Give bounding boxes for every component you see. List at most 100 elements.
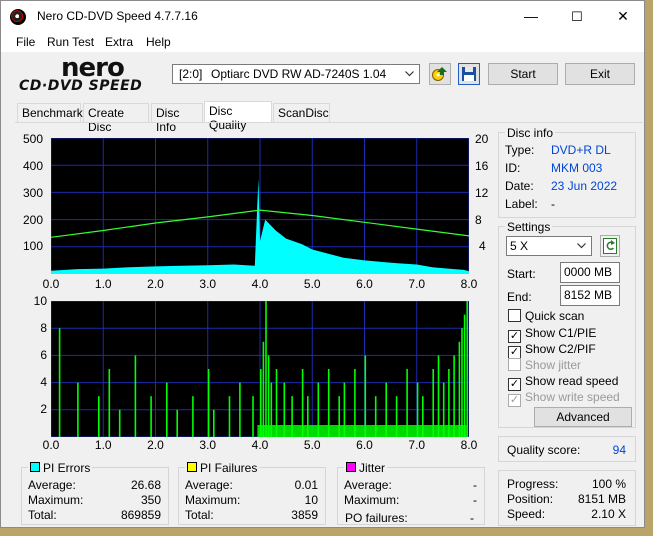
show-read-speed-checkbox[interactable]: ✓ Show read speed (508, 374, 618, 391)
chart1-ytick-right: 8 (475, 213, 482, 227)
drive-select[interactable]: [2:0] Optiarc DVD RW AD-7240S 1.04 (172, 64, 420, 84)
jitter-swatch (346, 462, 356, 472)
x-tick-label: 4.0 (251, 438, 269, 452)
chart1-ytick: 500 (22, 132, 43, 146)
jitter-average-label: Average: (344, 478, 392, 492)
pi-failures-swatch (187, 462, 197, 472)
drive-name: Optiarc DVD RW AD-7240S 1.04 (211, 67, 387, 81)
speed-value: 2.10 X (591, 507, 626, 521)
pi-failure-bar (463, 314, 466, 437)
pi-failure-bar (466, 301, 468, 437)
menu-help[interactable]: Help (146, 35, 171, 49)
x-tick-label: 3.0 (199, 438, 217, 452)
disc-type: DVD+R DL (551, 143, 611, 157)
pi-failure-bar (239, 382, 241, 437)
cd-dvd-speed-logo: CD·DVD SPEED (19, 78, 143, 94)
close-button[interactable]: ✕ (600, 1, 644, 32)
chart2-ytick: 10 (33, 294, 47, 308)
tab-benchmark[interactable]: Benchmark (17, 103, 83, 122)
pi-failure-bar (262, 341, 265, 437)
tab-disc-quality[interactable]: Disc Quality (204, 101, 272, 132)
pi-failure-band (257, 425, 467, 437)
progress-group: Progress: 100 % Position: 8151 MB Speed:… (498, 470, 636, 526)
x-tick-label: 5.0 (303, 438, 321, 452)
start-input[interactable]: 0000 MB (560, 262, 620, 283)
disc-id-label: ID: (505, 161, 521, 175)
pi-errors-group: PI Errors Average: 26.68 Maximum: 350 To… (21, 461, 169, 525)
minimize-button[interactable]: — (508, 1, 554, 32)
disc-label-label: Label: (505, 197, 538, 211)
pi-failures-title: PI Failures (200, 461, 258, 475)
show-c1pie-checkbox[interactable]: ✓ Show C1/PIE (508, 326, 596, 343)
eject-icon (432, 67, 447, 81)
disc-quality-panel: 500 400 300 200 100 20 16 12 8 4 10 8 6 … (15, 122, 496, 527)
pi-failure-bar (118, 409, 121, 437)
x-tick-label: 0.0 (42, 277, 60, 291)
title-bar: Nero CD-DVD Speed 4.7.7.16 — ☐ ✕ (1, 1, 644, 32)
x-tick-label: 7.0 (408, 277, 426, 291)
end-input[interactable]: 8152 MB (560, 285, 620, 306)
pi-failure-bar (458, 341, 461, 437)
pi-failures-maximum: 10 (304, 493, 318, 507)
show-jitter-label: Show jitter (525, 358, 582, 372)
maximize-button[interactable]: ☐ (554, 1, 600, 32)
x-tick-label: 7.0 (408, 438, 426, 452)
quick-scan-label: Quick scan (525, 309, 585, 323)
show-c2pif-checkbox[interactable]: ✓ Show C2/PIF (508, 342, 596, 359)
show-jitter-checkbox: Show jitter (508, 358, 581, 372)
x-tick-label: 2.0 (147, 277, 164, 291)
x-tick-label: 8.0 (460, 277, 478, 291)
chart1-ytick-right: 16 (475, 159, 489, 173)
disc-info-group: Disc info Type: DVD+R DL ID: MKM 003 Dat… (498, 126, 636, 218)
save-button[interactable] (458, 63, 480, 85)
tab-create-disc[interactable]: Create Disc (83, 103, 149, 134)
x-tick-label: 8.0 (460, 438, 478, 452)
po-failures: - (470, 511, 474, 525)
drive-id: [2:0] (179, 67, 203, 81)
chart2-ytick: 8 (40, 321, 47, 335)
pi-failure-bar (228, 396, 231, 437)
tab-disc-info[interactable]: Disc Info (151, 103, 203, 134)
chevron-down-icon (577, 243, 586, 249)
window-title: Nero CD-DVD Speed 4.7.7.16 (37, 9, 198, 23)
pi-errors-maximum-label: Maximum: (28, 493, 84, 507)
pi-failure-bar (77, 382, 79, 437)
show-write-speed-checkbox: ✓ Show write speed (508, 390, 620, 407)
menu-run-test[interactable]: Run Test (47, 35, 94, 49)
start-button[interactable]: Start (488, 63, 558, 85)
x-tick-label: 5.0 (303, 277, 321, 291)
menu-file[interactable]: File (16, 35, 35, 49)
menu-extra[interactable]: Extra (105, 35, 133, 49)
x-tick-label: 3.0 (199, 277, 217, 291)
pi-failures-total-label: Total: (185, 508, 214, 522)
pi-failures-total: 3859 (291, 508, 318, 522)
chart1-ytick: 200 (22, 213, 43, 227)
pi-failure-bar (213, 409, 215, 437)
pi-failure-bar (166, 382, 168, 437)
pi-failure-bar (150, 396, 152, 437)
advanced-button[interactable]: Advanced (534, 407, 632, 427)
nero-app-icon (10, 9, 26, 25)
refresh-button[interactable] (600, 235, 620, 257)
pi-failure-bar (192, 396, 194, 437)
eject-button[interactable] (429, 63, 451, 85)
save-icon (462, 67, 476, 81)
checkbox-box (508, 309, 521, 322)
pi-failure-bar (461, 328, 463, 437)
end-label: End: (507, 290, 532, 304)
jitter-maximum-label: Maximum: (344, 493, 400, 507)
chevron-down-icon (405, 71, 414, 77)
pi-failure-bar (437, 355, 440, 437)
chart1-ytick-right: 20 (475, 132, 489, 146)
jitter-maximum: - (473, 493, 477, 507)
pi-failure-bar (176, 409, 178, 437)
chart2-ytick: 6 (40, 348, 47, 362)
pi-errors-title: PI Errors (43, 461, 91, 475)
pi-failures-average: 0.01 (294, 478, 318, 492)
exit-button[interactable]: Exit (565, 63, 635, 85)
speed-select[interactable]: 5 X (506, 236, 592, 256)
chart1-ytick-right: 12 (475, 186, 489, 200)
tab-scandisc[interactable]: ScanDisc (273, 103, 330, 122)
quick-scan-checkbox[interactable]: Quick scan (508, 309, 584, 323)
position-label: Position: (507, 492, 554, 506)
